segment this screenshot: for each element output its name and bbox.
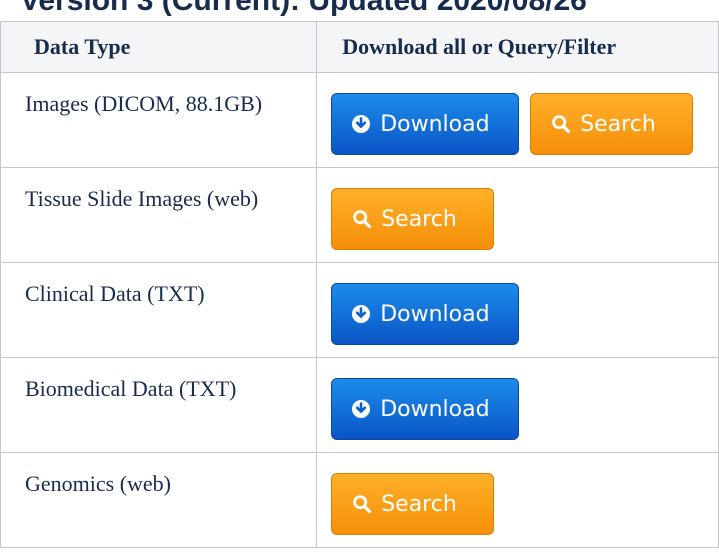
table-row: Images (DICOM, 88.1GB) Download Search: [0, 72, 719, 168]
actions-cell: Download: [316, 262, 719, 358]
data-type-label: Clinical Data (TXT): [25, 281, 205, 306]
tissue-slide-search-button[interactable]: Search: [331, 188, 495, 250]
download-circle-icon: [351, 114, 371, 134]
images-search-button[interactable]: Search: [530, 93, 694, 155]
images-download-button[interactable]: Download: [331, 93, 520, 155]
search-icon: [352, 494, 372, 514]
genomics-search-button[interactable]: Search: [331, 473, 495, 535]
download-button-label: Download: [380, 301, 490, 327]
data-type-cell: Biomedical Data (TXT): [0, 357, 318, 453]
data-type-cell: Genomics (web): [0, 452, 318, 548]
download-button-label: Download: [380, 396, 490, 422]
actions-cell: Search: [316, 452, 719, 548]
clinical-download-button[interactable]: Download: [331, 283, 520, 345]
search-button-label: Search: [381, 206, 457, 232]
actions-cell: Search: [316, 167, 719, 263]
table-row: Genomics (web) Search: [0, 452, 719, 548]
page-title: Version 3 (Current): Updated 2020/08/26: [20, 0, 587, 17]
data-type-cell: Images (DICOM, 88.1GB): [0, 72, 318, 168]
search-button-label: Search: [580, 111, 656, 137]
search-button-label: Search: [381, 491, 457, 517]
column-header-download-query: Download all or Query/Filter: [316, 21, 719, 73]
table-row: Biomedical Data (TXT) Download: [0, 357, 719, 453]
search-icon: [352, 209, 372, 229]
table-header-row: Data Type Download all or Query/Filter: [0, 21, 719, 73]
data-type-label: Biomedical Data (TXT): [25, 376, 237, 401]
actions-cell: Download: [316, 357, 719, 453]
download-button-label: Download: [380, 111, 490, 137]
column-header-data-type: Data Type: [0, 21, 318, 73]
biomedical-download-button[interactable]: Download: [331, 378, 520, 440]
actions-cell: Download Search: [316, 72, 719, 168]
data-type-label: Genomics (web): [25, 471, 172, 496]
table-row: Tissue Slide Images (web) Search: [0, 167, 719, 263]
data-type-cell: Tissue Slide Images (web): [0, 167, 318, 263]
download-circle-icon: [351, 399, 371, 419]
data-type-label: Images (DICOM, 88.1GB): [25, 91, 263, 116]
data-table: Data Type Download all or Query/Filter I…: [0, 21, 719, 548]
table-row: Clinical Data (TXT) Download: [0, 262, 719, 358]
data-type-label: Tissue Slide Images (web): [25, 186, 259, 211]
search-icon: [551, 114, 571, 134]
data-type-cell: Clinical Data (TXT): [0, 262, 318, 358]
download-circle-icon: [351, 304, 371, 324]
